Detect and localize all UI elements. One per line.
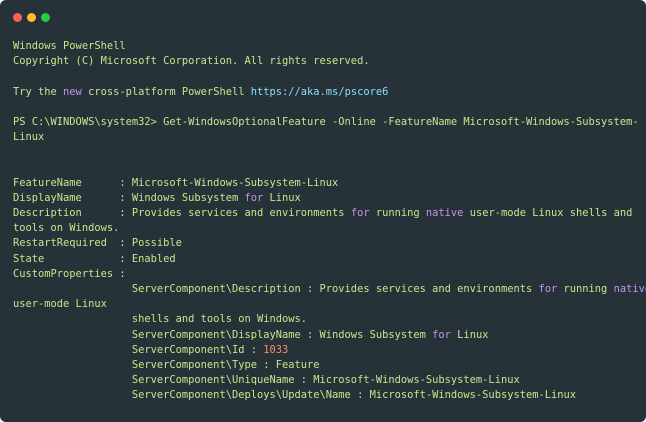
terminal-output[interactable]: Windows PowerShell Copyright (C) Microsof… xyxy=(13,39,646,404)
terminal-line: ServerComponent\UniqueName : Microsoft-W… xyxy=(13,374,520,387)
terminal-line: ServerComponent\Type : Feature xyxy=(13,358,320,371)
terminal-line: PS C:\WINDOWS\system32> Get-WindowsOptio… xyxy=(13,115,639,128)
terminal-line: Linux xyxy=(13,131,45,144)
title-bar xyxy=(0,0,646,32)
terminal-line: Copyright (C) Microsoft Corporation. All… xyxy=(13,55,370,68)
terminal-line: ServerComponent\Deploys\Update\Name : Mi… xyxy=(13,389,577,402)
terminal-line: shells and tools on Windows. xyxy=(13,313,308,326)
close-button[interactable] xyxy=(13,13,22,22)
maximize-button[interactable] xyxy=(41,13,50,22)
terminal-line: ServerComponent\DisplayName : Windows Su… xyxy=(13,328,489,341)
terminal-line: DisplayName : Windows Subsystem for Linu… xyxy=(13,191,301,204)
terminal-line: Description : Provides services and envi… xyxy=(13,207,633,220)
powershell-window: Windows PowerShell Copyright (C) Microsof… xyxy=(0,0,646,422)
terminal-line: Try the new cross-platform PowerShell ht… xyxy=(13,85,389,98)
terminal-line: ServerComponent\Description : Provides s… xyxy=(13,283,646,295)
terminal-line: user-mode Linux xyxy=(13,298,107,311)
terminal-line: FeatureName : Microsoft-Windows-Subsyste… xyxy=(13,176,339,189)
minimize-button[interactable] xyxy=(27,13,36,22)
terminal-line: Windows PowerShell xyxy=(13,40,126,52)
terminal-line: CustomProperties : xyxy=(13,267,126,280)
terminal-line: tools on Windows. xyxy=(13,222,120,235)
terminal-line: ServerComponent\Id : 1033 xyxy=(13,343,289,356)
terminal-line: State : Enabled xyxy=(13,252,176,265)
terminal-line: RestartRequired : Possible xyxy=(13,237,182,250)
